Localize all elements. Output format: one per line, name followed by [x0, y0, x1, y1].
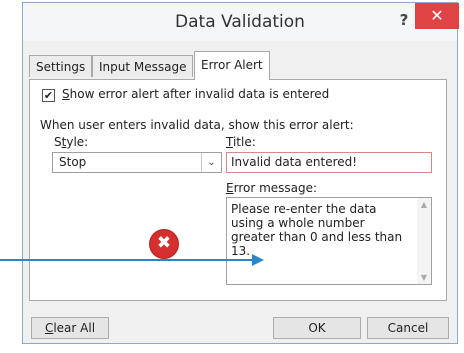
tab-input-message[interactable]: Input Message — [92, 55, 194, 77]
pointer-arrow — [0, 254, 264, 266]
title-bar: Data Validation ? ✕ — [23, 3, 459, 41]
style-label: Style: — [54, 135, 89, 149]
help-button[interactable]: ? — [392, 9, 416, 31]
chevron-down-icon[interactable]: ⌄ — [201, 153, 221, 172]
data-validation-dialog: Data Validation ? ✕ Settings Input Messa… — [22, 2, 459, 344]
style-value: Stop — [59, 155, 87, 169]
help-icon: ? — [399, 11, 409, 29]
show-error-alert-label[interactable]: Show error alert after invalid data is e… — [62, 87, 329, 101]
error-message-textarea[interactable]: Please re-enter the data using a whole n… — [226, 197, 432, 285]
error-message-label: Error message: — [226, 181, 318, 195]
scroll-up-icon[interactable]: ▲ — [417, 200, 431, 209]
scroll-down-icon[interactable]: ▼ — [417, 273, 431, 282]
tab-error-alert[interactable]: Error Alert — [194, 51, 270, 80]
style-select[interactable]: Stop ⌄ — [52, 152, 222, 173]
checkmark-icon: ✔ — [43, 89, 54, 102]
title-label: Title: — [226, 135, 256, 149]
title-input[interactable]: Invalid data entered! — [226, 152, 432, 173]
cancel-button[interactable]: Cancel — [367, 317, 449, 339]
close-button[interactable]: ✕ — [415, 3, 459, 29]
clear-all-button[interactable]: Clear All — [31, 317, 109, 339]
instruction-text: When user enters invalid data, show this… — [40, 118, 354, 132]
show-error-alert-checkbox[interactable]: ✔ — [42, 89, 55, 102]
message-scrollbar[interactable]: ▲ ▼ — [417, 198, 431, 284]
close-icon: ✕ — [430, 6, 444, 25]
tab-settings[interactable]: Settings — [29, 55, 93, 77]
ok-button[interactable]: OK — [273, 317, 361, 339]
